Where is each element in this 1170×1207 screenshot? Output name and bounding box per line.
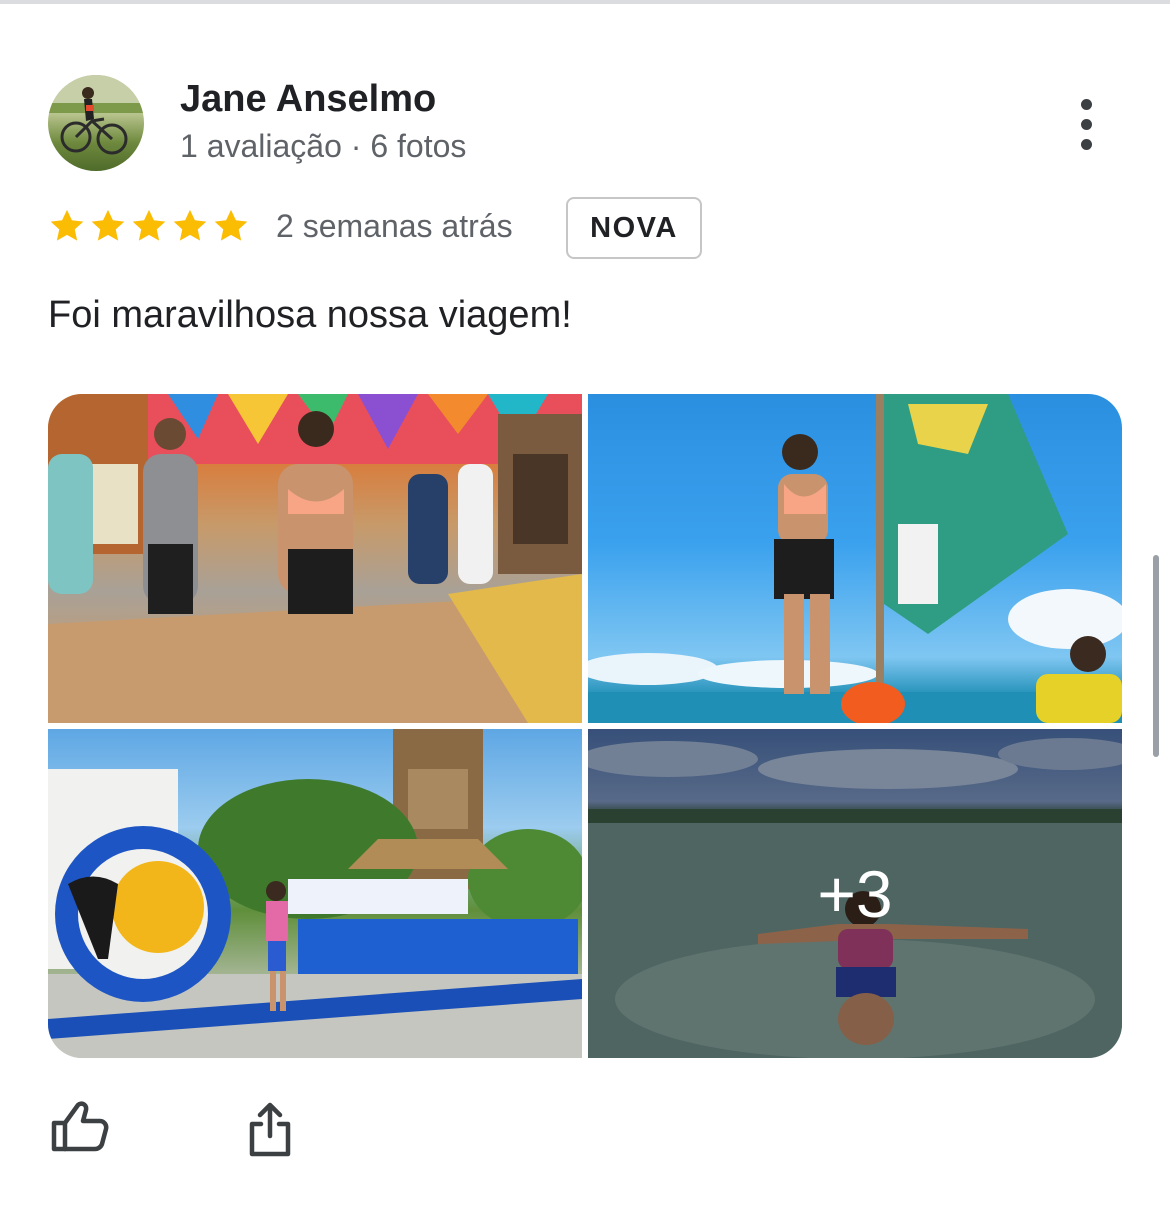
share-icon <box>249 1102 291 1157</box>
review-photo[interactable] <box>588 394 1122 723</box>
star-icon <box>91 209 125 241</box>
review-text: Foi maravilhosa nossa viagem! <box>48 294 572 336</box>
avatar-photo <box>48 75 144 155</box>
more-options-button[interactable] <box>1060 92 1112 156</box>
author-meta: 1 avaliação · 6 fotos <box>180 128 467 164</box>
star-icon <box>173 209 207 241</box>
thumbs-up-icon <box>51 1101 109 1152</box>
star-icon <box>132 209 166 241</box>
author-name[interactable]: Jane Anselmo <box>180 78 436 121</box>
star-rating <box>48 207 250 245</box>
scrollbar[interactable] <box>1153 555 1159 757</box>
new-badge: NOVA <box>566 197 702 259</box>
review-time: 2 semanas atrás <box>276 208 513 244</box>
top-divider <box>0 0 1170 4</box>
more-dot-icon <box>1080 118 1092 130</box>
photo-street-scene <box>48 394 582 723</box>
photo-grid: +3 <box>48 394 1122 1058</box>
more-photos-count: +3 <box>817 856 893 931</box>
like-button[interactable] <box>48 1096 112 1160</box>
review-photo[interactable] <box>48 729 582 1058</box>
avatar[interactable] <box>48 75 144 171</box>
star-icon <box>214 209 248 241</box>
review-photo-more[interactable]: +3 <box>588 729 1122 1058</box>
star-icon <box>50 209 84 241</box>
photo-sail-scene <box>588 394 1122 723</box>
more-dot-icon <box>1080 98 1092 110</box>
more-dot-icon <box>1080 138 1092 150</box>
share-button[interactable] <box>240 1096 304 1160</box>
photo-sign-scene <box>48 729 582 1058</box>
review-photo[interactable] <box>48 394 582 723</box>
